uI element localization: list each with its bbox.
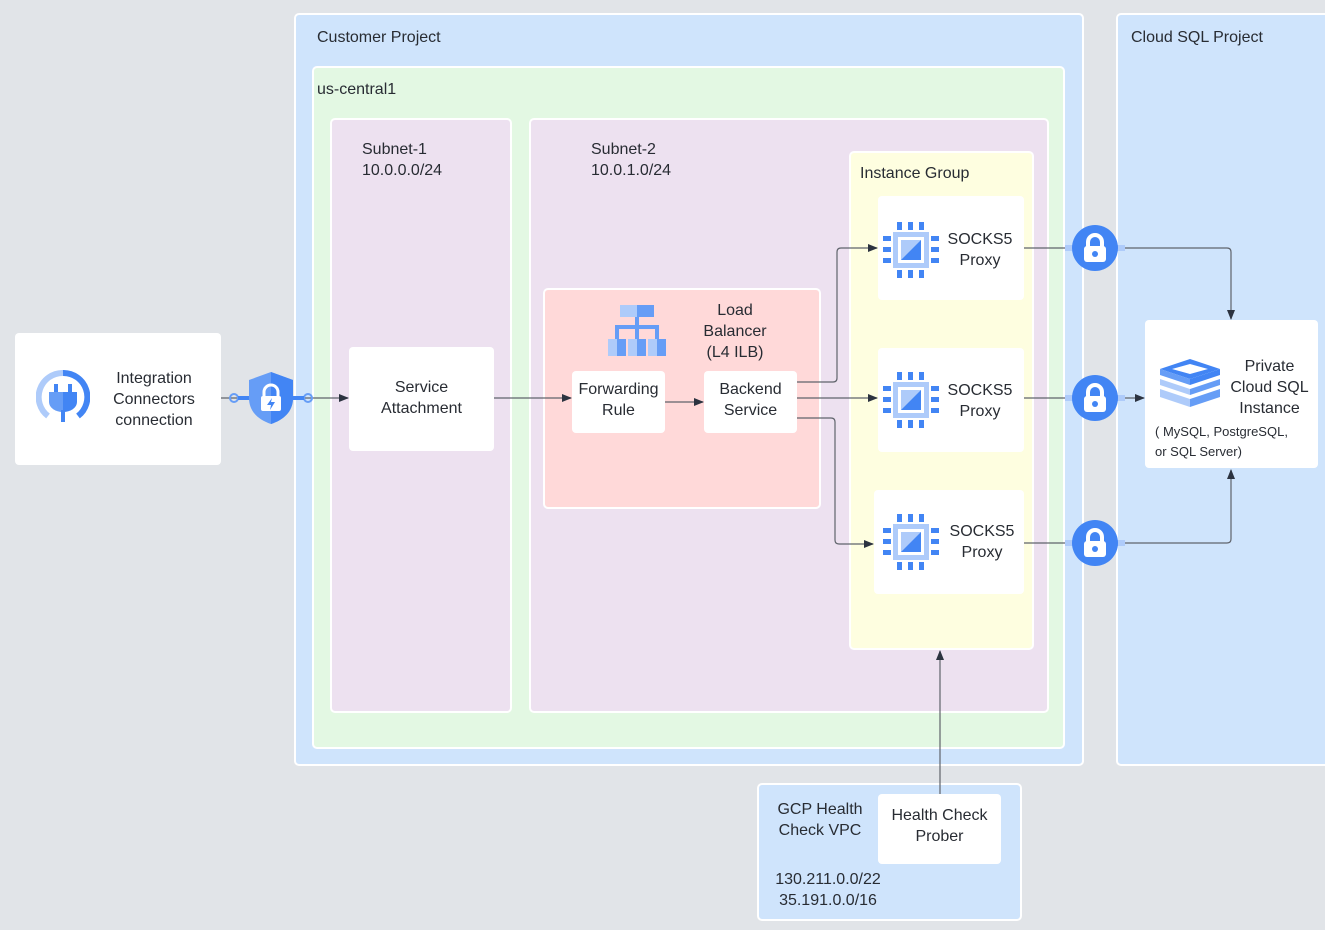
health-check-vpc-line2: Check VPC	[778, 822, 862, 839]
load-balancer-label: Load Balancer (L4 ILB)	[690, 300, 780, 363]
integration-connectors-line1: Integration	[116, 370, 192, 387]
proxy-1-line1: SOCKS5	[947, 231, 1013, 248]
shield-lock-icon	[229, 372, 313, 424]
proxy-2-label: SOCKS5 Proxy	[940, 380, 1020, 422]
compute-engine-icon	[883, 372, 939, 428]
backend-service-line2: Service	[723, 402, 778, 419]
lock-icon	[1065, 225, 1125, 271]
load-balancer-label-line1: Load	[717, 302, 753, 319]
backend-service-line1: Backend	[719, 381, 782, 398]
plug-icon	[36, 370, 90, 422]
lock-icon	[1065, 375, 1125, 421]
subnet-2-cidr: 10.0.1.0/24	[591, 162, 672, 179]
cloud-sql-note-line1: ( MySQL, PostgreSQL,	[1155, 424, 1288, 439]
proxy-3-line1: SOCKS5	[949, 523, 1015, 540]
health-check-prober-line2: Prober	[915, 828, 964, 845]
service-attachment-line2: Attachment	[381, 400, 462, 417]
cloud-sql-note: ( MySQL, PostgreSQL, or SQL Server)	[1155, 422, 1288, 462]
cloud-sql-line1: Private	[1244, 358, 1295, 375]
lock-icon	[1065, 520, 1125, 566]
customer-project-title: Customer Project	[317, 29, 441, 46]
load-balancer-label-line3: (L4 ILB)	[706, 344, 764, 361]
load-balancer-label-line2: Balancer	[703, 323, 767, 340]
health-check-prober-line1: Health Check	[891, 807, 988, 824]
health-check-vpc-label: GCP Health Check VPC	[766, 799, 874, 841]
region-title: us-central1	[317, 81, 397, 98]
subnet-2-name: Subnet-2	[591, 141, 656, 158]
health-check-prober-node[interactable]: Health Check Prober	[878, 794, 1001, 864]
health-check-range-1: 130.211.0.0/22	[775, 871, 881, 888]
forwarding-rule-node[interactable]: Forwarding Rule	[572, 371, 665, 433]
backend-service-node[interactable]: Backend Service	[704, 371, 797, 433]
integration-connectors-label: Integration Connectors connection	[100, 368, 208, 431]
instance-group-title: Instance Group	[860, 165, 970, 182]
cloud-sql-line2: Cloud SQL	[1230, 379, 1309, 396]
forwarding-rule-line2: Rule	[602, 402, 635, 419]
service-attachment-node[interactable]: Service Attachment	[349, 347, 494, 451]
service-attachment-line1: Service	[394, 379, 449, 396]
cloud-sql-note-line2: or SQL Server)	[1155, 444, 1242, 459]
health-check-vpc-line1: GCP Health	[777, 801, 863, 818]
health-check-range-2: 35.191.0.0/16	[779, 892, 877, 909]
subnet-1-name: Subnet-1	[362, 141, 427, 158]
integration-connectors-line2: Connectors	[113, 391, 195, 408]
health-check-ranges: 130.211.0.0/22 35.191.0.0/16	[764, 869, 892, 911]
proxy-1-line2: Proxy	[959, 252, 1001, 269]
subnet-1-cidr: 10.0.0.0/24	[362, 162, 443, 179]
proxy-3-line2: Proxy	[961, 544, 1003, 561]
compute-engine-icon	[883, 514, 939, 570]
load-balancer-icon	[608, 305, 666, 356]
integration-connectors-line3: connection	[115, 412, 193, 429]
compute-engine-icon	[883, 222, 939, 278]
proxy-2-line1: SOCKS5	[947, 382, 1013, 399]
proxy-3-label: SOCKS5 Proxy	[942, 521, 1022, 563]
cloud-sql-project-title: Cloud SQL Project	[1131, 29, 1263, 46]
proxy-1-label: SOCKS5 Proxy	[940, 229, 1020, 271]
cloud-sql-instance-label: Private Cloud SQL Instance	[1222, 356, 1317, 419]
cloud-sql-line3: Instance	[1239, 400, 1300, 417]
proxy-2-line2: Proxy	[959, 403, 1001, 420]
forwarding-rule-line1: Forwarding	[578, 381, 659, 398]
cloud-sql-icon	[1160, 359, 1220, 407]
